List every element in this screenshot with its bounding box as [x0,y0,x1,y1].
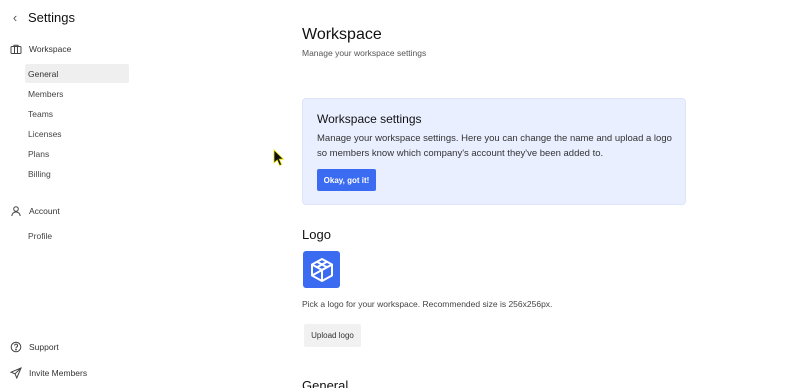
page-title: Workspace [302,26,382,43]
sidebar-item-invite-members[interactable]: Invite Members [10,367,87,379]
sidebar-item-members[interactable]: Members [25,84,129,103]
cube-logo-icon [310,257,333,282]
workspace-logo [303,251,340,288]
sidebar-item-billing[interactable]: Billing [25,164,129,183]
general-heading: General [302,378,349,388]
upload-logo-button[interactable]: Upload logo [304,324,361,347]
sidebar-item-teams[interactable]: Teams [25,104,129,123]
send-icon [10,367,22,379]
sidebar-item-plans[interactable]: Plans [25,144,129,163]
sidebar-header: ‹ Settings [10,9,75,25]
page-subtitle: Manage your workspace settings [302,48,427,58]
user-icon [11,206,21,217]
sidebar-item-label: Invite Members [29,368,88,378]
sidebar-title: Settings [28,9,75,25]
sidebar-item-label: Support [29,342,59,352]
mouse-pointer-icon [273,149,285,167]
sidebar-item-general[interactable]: General [25,64,129,83]
logo-hint: Pick a logo for your workspace. Recommen… [302,299,553,309]
chevron-left-icon[interactable]: ‹ [10,9,20,25]
help-circle-icon [10,341,22,353]
section-label: Workspace [29,44,72,54]
sidebar: ‹ Settings Workspace General Members Tea… [0,0,150,388]
sidebar-item-licenses[interactable]: Licenses [25,124,129,143]
workspace-info-card: Workspace settings Manage your workspace… [302,98,686,205]
info-card-title: Workspace settings [317,112,422,126]
section-label: Account [29,206,60,216]
section-workspace: Workspace [10,43,71,55]
sidebar-item-support[interactable]: Support [10,341,59,353]
briefcase-icon [10,44,22,54]
info-card-text: Manage your workspace settings. Here you… [317,133,672,159]
logo-heading: Logo [302,227,331,242]
okay-got-it-button[interactable]: Okay, got it! [317,169,376,191]
section-account: Account [10,205,60,217]
sidebar-item-profile[interactable]: Profile [25,226,129,245]
main-content: Workspace Manage your workspace settings… [302,0,692,388]
